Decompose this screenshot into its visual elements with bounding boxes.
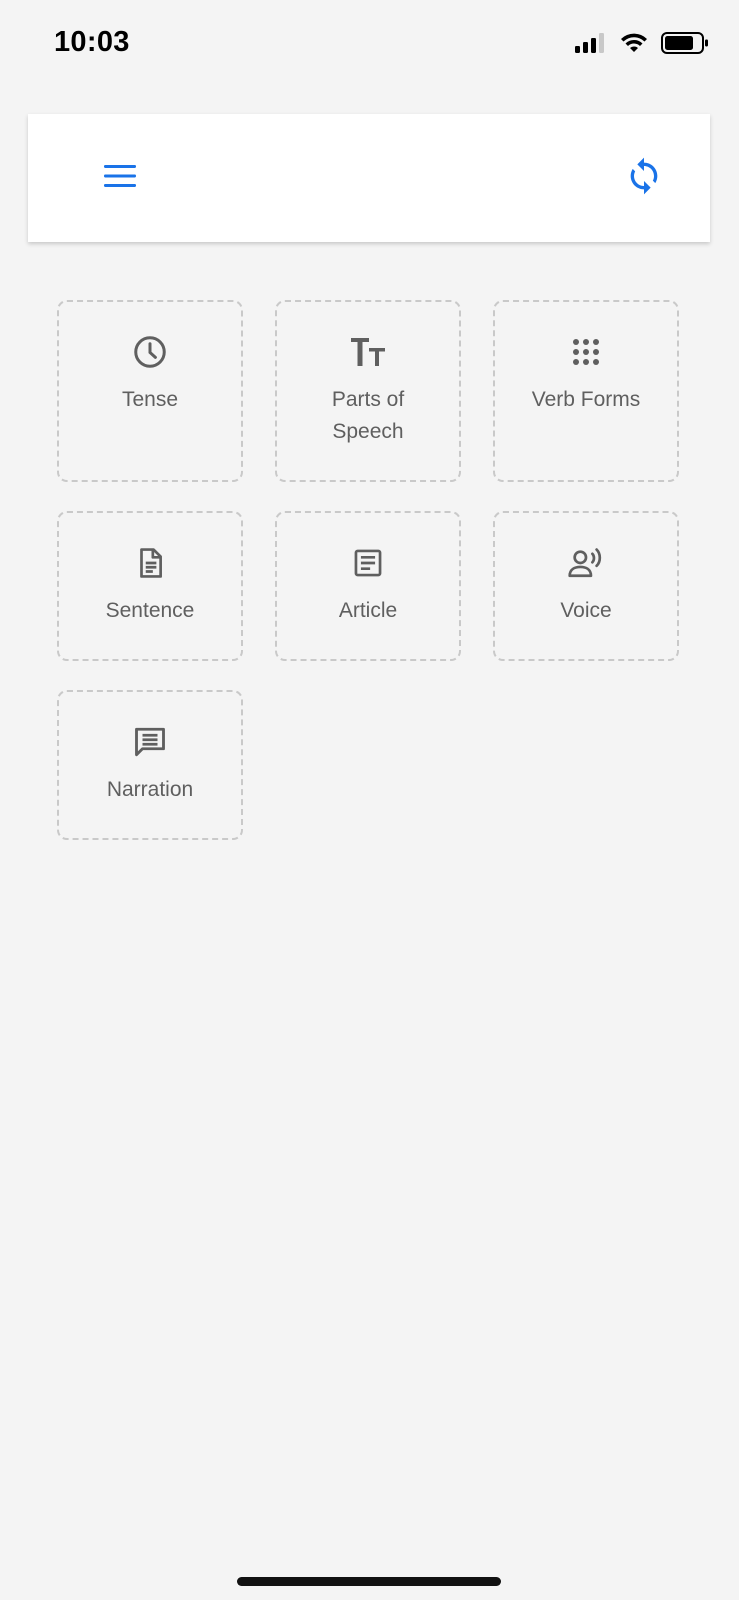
tile-label: Tense (121, 388, 179, 411)
tile-label: Narration (106, 778, 194, 801)
menu-button[interactable] (98, 158, 142, 198)
chat-message-icon (130, 722, 170, 762)
hamburger-menu-icon (102, 162, 138, 195)
apps-grid-icon (566, 332, 606, 372)
tile-parts-of-speech[interactable]: Parts of Speech (275, 300, 461, 482)
article-icon (348, 543, 388, 583)
tile-narration[interactable]: Narration (57, 690, 243, 840)
tile-label: Parts of Speech (331, 388, 405, 443)
status-icons (575, 30, 709, 60)
sync-icon (624, 156, 664, 201)
tile-label: Article (338, 599, 398, 622)
tile-label: Voice (560, 599, 612, 622)
wifi-icon (619, 32, 649, 59)
app-header (28, 114, 710, 242)
tile-sentence[interactable]: Sentence (57, 511, 243, 661)
tile-article[interactable]: Article (275, 511, 461, 661)
clock-icon (130, 332, 170, 372)
tile-tense[interactable]: Tense (57, 300, 243, 482)
tile-label: Sentence (105, 599, 195, 622)
status-bar: 10:03 (0, 0, 739, 90)
text-size-icon (348, 332, 388, 372)
status-time: 10:03 (54, 26, 130, 58)
signal-icon (575, 32, 607, 59)
refresh-button[interactable] (618, 152, 670, 204)
battery-icon (661, 31, 709, 60)
record-voice-icon (566, 543, 606, 583)
tile-voice[interactable]: Voice (493, 511, 679, 661)
home-indicator (237, 1577, 501, 1586)
tile-verb-forms[interactable]: Verb Forms (493, 300, 679, 482)
tile-label: Verb Forms (531, 388, 641, 411)
document-icon (130, 543, 170, 583)
